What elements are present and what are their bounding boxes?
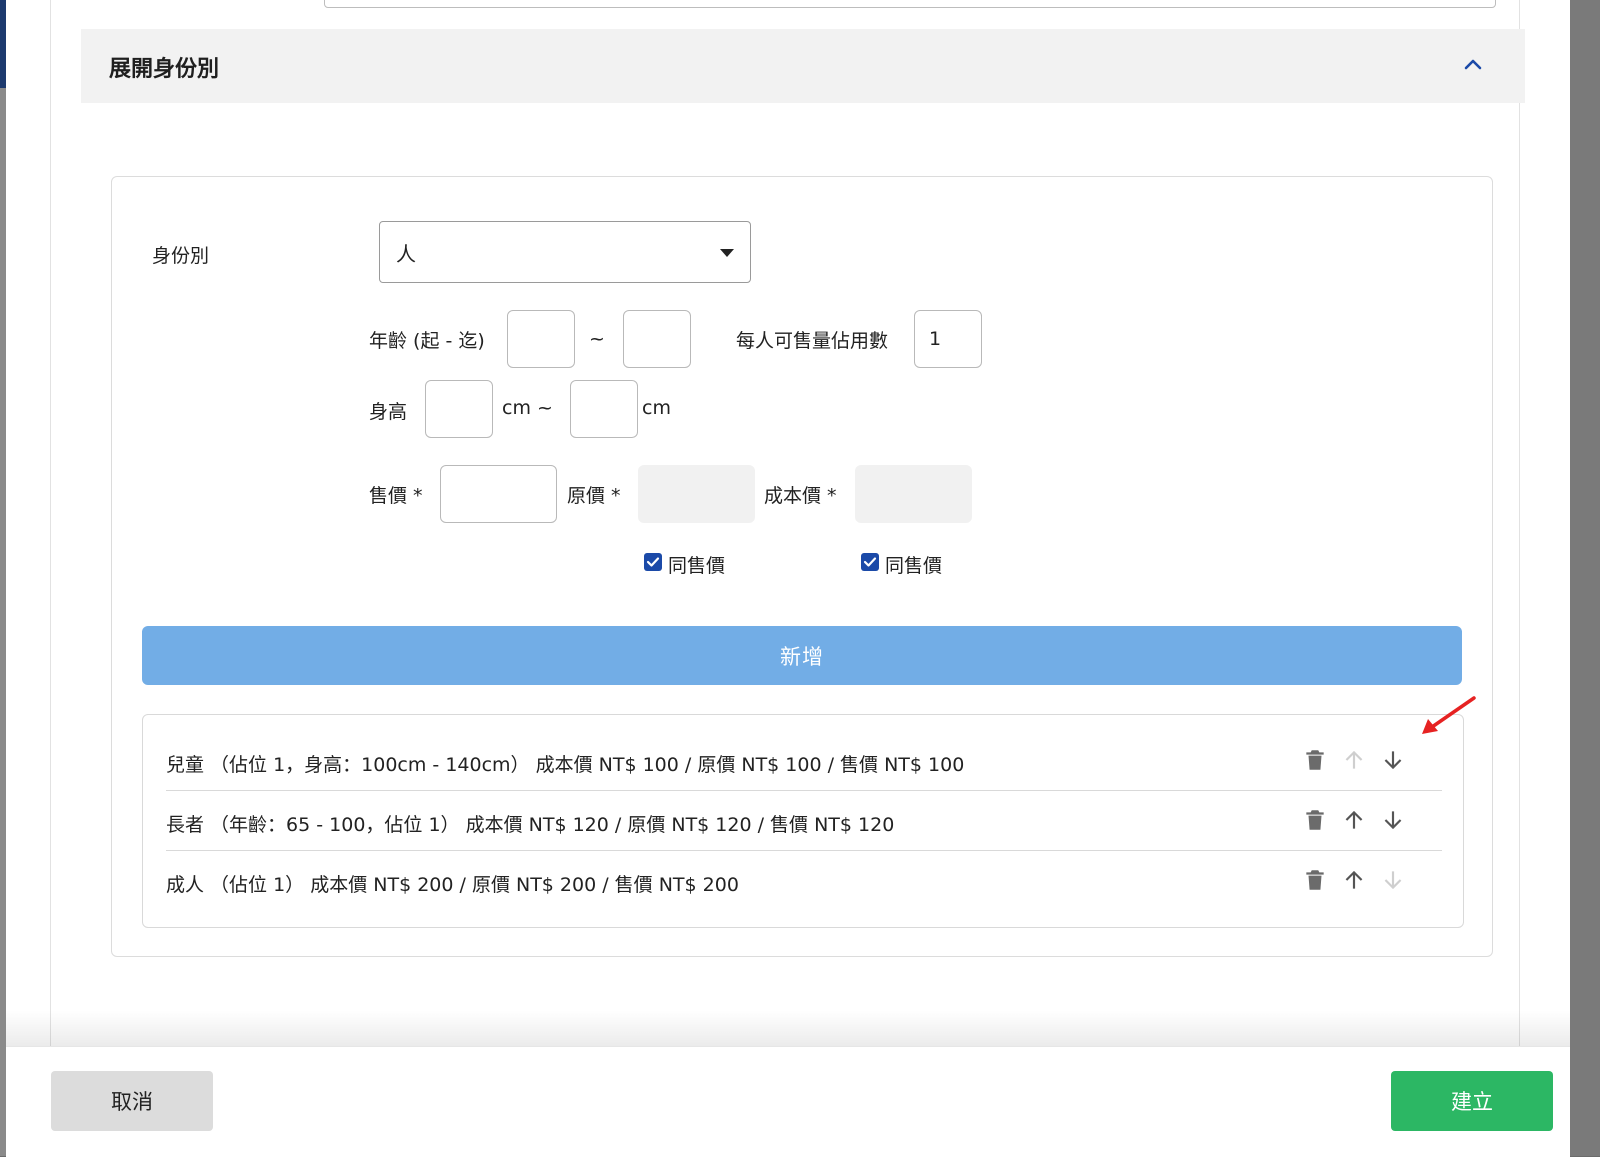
identity-select-value: 人 <box>396 242 416 266</box>
age-tilde: ~ <box>589 328 605 350</box>
arrow-down-icon[interactable] <box>1380 747 1406 773</box>
identity-list: 兒童 （佔位 1，身高：100cm - 140cm） 成本價 NT$ 100 /… <box>142 714 1464 928</box>
same-as-sale-label-original: 同售價 <box>668 555 726 577</box>
cost-price-input[interactable] <box>855 465 972 523</box>
age-from-input[interactable] <box>507 310 575 368</box>
caret-down-icon <box>720 249 734 257</box>
height-unit-mid: cm ~ <box>502 397 553 419</box>
same-as-sale-label-cost: 同售價 <box>885 555 943 577</box>
trash-icon[interactable] <box>1302 867 1328 893</box>
age-label: 年齡 (起 - 迄) <box>369 330 485 352</box>
arrow-up-icon[interactable] <box>1341 867 1367 893</box>
identity-form-card: 身份別 人 年齡 (起 - 迄) ~ 每人可售量佔用數 1 身高 cm ~ cm… <box>111 176 1493 957</box>
arrow-down-icon[interactable] <box>1380 807 1406 833</box>
previous-field[interactable] <box>324 0 1496 8</box>
section-title: 展開身份別 <box>109 57 220 82</box>
identity-label: 身份別 <box>152 245 210 267</box>
height-from-input[interactable] <box>425 380 493 438</box>
same-as-sale-checkbox-original[interactable] <box>644 553 662 571</box>
occupancy-label: 每人可售量佔用數 <box>736 330 889 352</box>
sale-price-label: 售價 * <box>369 485 423 507</box>
height-unit-end: cm <box>642 397 671 419</box>
list-item: 成人 （佔位 1） 成本價 NT$ 200 / 原價 NT$ 200 / 售價 … <box>166 851 1442 911</box>
original-price-label: 原價 * <box>567 485 621 507</box>
list-item-text: 兒童 （佔位 1，身高：100cm - 140cm） 成本價 NT$ 100 /… <box>166 754 965 776</box>
list-item: 兒童 （佔位 1，身高：100cm - 140cm） 成本價 NT$ 100 /… <box>166 731 1442 791</box>
sale-price-input[interactable] <box>440 465 557 523</box>
create-button[interactable]: 建立 <box>1391 1071 1553 1131</box>
add-button[interactable]: 新增 <box>142 626 1462 685</box>
identity-section-header[interactable]: 展開身份別 <box>81 29 1525 103</box>
list-item: 長者 （年齡：65 - 100，佔位 1） 成本價 NT$ 120 / 原價 N… <box>166 791 1442 851</box>
modal-sheet: 展開身份別 身份別 人 年齡 (起 - 迄) ~ 每人可售量佔用數 1 身高 c… <box>6 0 1570 1156</box>
identity-select[interactable]: 人 <box>379 221 751 283</box>
height-label: 身高 <box>369 401 408 423</box>
backdrop-right <box>1570 0 1600 1156</box>
age-to-input[interactable] <box>623 310 691 368</box>
list-item-text: 長者 （年齡：65 - 100，佔位 1） 成本價 NT$ 120 / 原價 N… <box>166 814 895 836</box>
same-as-sale-checkbox-cost[interactable] <box>861 553 879 571</box>
height-to-input[interactable] <box>570 380 638 438</box>
trash-icon[interactable] <box>1302 807 1328 833</box>
trash-icon[interactable] <box>1302 747 1328 773</box>
cancel-button[interactable]: 取消 <box>51 1071 213 1131</box>
red-arrow-annotation <box>1422 696 1476 734</box>
original-price-input[interactable] <box>638 465 755 523</box>
occupancy-input[interactable]: 1 <box>914 310 982 368</box>
arrow-up-icon[interactable] <box>1341 747 1367 773</box>
modal-footer: 取消 建立 <box>6 1046 1570 1157</box>
chevron-up-icon[interactable] <box>1461 53 1485 77</box>
arrow-up-icon[interactable] <box>1341 807 1367 833</box>
cost-price-label: 成本價 * <box>764 485 837 507</box>
list-item-text: 成人 （佔位 1） 成本價 NT$ 200 / 原價 NT$ 200 / 售價 … <box>166 874 739 896</box>
arrow-down-icon[interactable] <box>1380 867 1406 893</box>
